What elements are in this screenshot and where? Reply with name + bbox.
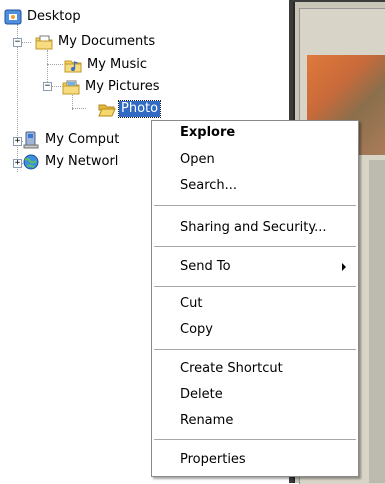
- tree-item-my-music[interactable]: My Music: [64, 56, 149, 74]
- tree-item-desktop[interactable]: Desktop: [4, 8, 83, 26]
- tree-line: [47, 64, 63, 65]
- desktop-icon: [4, 9, 22, 25]
- tree-label: Photo: [117, 100, 162, 118]
- menu-separator: [154, 286, 356, 287]
- menu-item-rename[interactable]: Rename: [154, 410, 356, 432]
- tree-item-my-network[interactable]: My Networl: [22, 153, 120, 171]
- tree-item-my-computer[interactable]: My Comput: [22, 131, 121, 149]
- menu-item-label: Send To: [180, 259, 231, 274]
- scrollbar[interactable]: [369, 160, 385, 483]
- documents-folder-icon: [35, 35, 53, 50]
- menu-separator: [154, 205, 356, 206]
- menu-item-copy[interactable]: Copy: [154, 319, 356, 341]
- menu-item-send-to[interactable]: Send To: [154, 256, 356, 278]
- menu-item-cut[interactable]: Cut: [154, 293, 356, 315]
- collapse-toggle-my-pictures[interactable]: −: [43, 82, 52, 91]
- tree-line: [72, 108, 86, 109]
- tree-item-my-documents[interactable]: My Documents: [35, 33, 157, 51]
- menu-separator: [154, 439, 356, 440]
- computer-icon: [23, 131, 39, 149]
- tree-label: My Pictures: [85, 79, 160, 94]
- folder-open-icon: [98, 104, 116, 117]
- tree-label: My Music: [87, 57, 148, 72]
- menu-item-search[interactable]: Search...: [154, 175, 356, 197]
- tree-label: Desktop: [27, 9, 81, 24]
- menu-separator: [154, 246, 356, 247]
- menu-item-explore[interactable]: Explore: [154, 122, 356, 144]
- menu-item-sharing-and-security[interactable]: Sharing and Security...: [154, 217, 356, 239]
- menu-separator: [154, 349, 356, 350]
- expand-toggle-my-computer[interactable]: +: [13, 137, 22, 146]
- tree-item-photo[interactable]: Photo: [98, 100, 162, 118]
- collapse-toggle-my-documents[interactable]: −: [13, 38, 22, 47]
- network-icon: [23, 154, 39, 170]
- pictures-folder-icon: [62, 80, 80, 95]
- tree-label: My Documents: [58, 34, 156, 49]
- context-menu: Explore Open Search... Sharing and Secur…: [151, 120, 359, 477]
- menu-item-create-shortcut[interactable]: Create Shortcut: [154, 358, 356, 380]
- submenu-arrow-icon: [342, 263, 346, 271]
- menu-item-open[interactable]: Open: [154, 149, 356, 171]
- tree-label: My Comput: [45, 132, 120, 147]
- music-folder-icon: [64, 60, 82, 73]
- expand-toggle-my-network[interactable]: +: [13, 159, 22, 168]
- tree-label: My Networl: [45, 154, 119, 169]
- menu-item-properties[interactable]: Properties: [154, 449, 356, 471]
- menu-item-delete[interactable]: Delete: [154, 384, 356, 406]
- tree-item-my-pictures[interactable]: My Pictures: [62, 78, 162, 96]
